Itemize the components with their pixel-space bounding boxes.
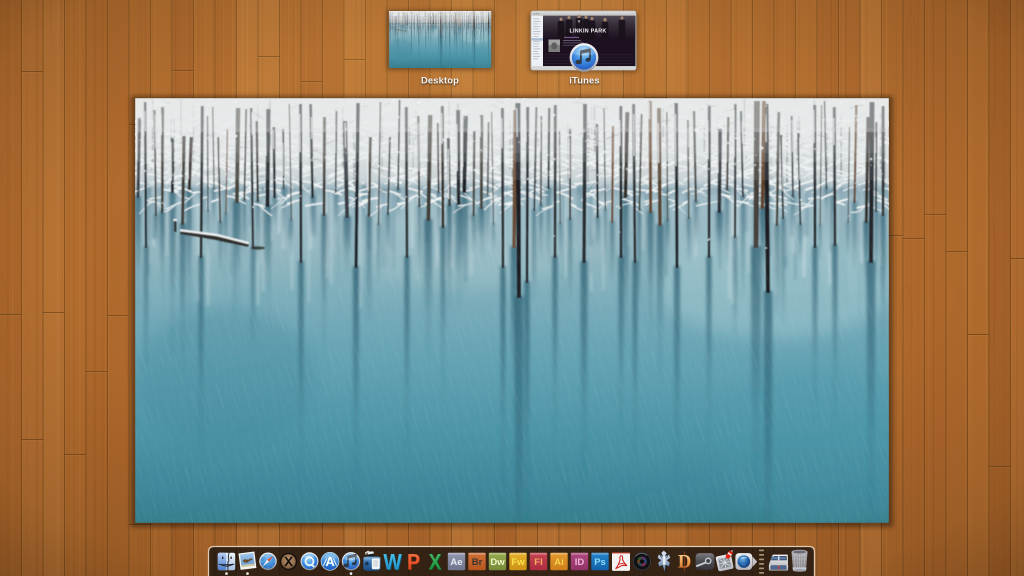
svg-text:Ai: Ai [554, 557, 564, 568]
svg-text:ID: ID [575, 557, 585, 568]
svg-text:Br: Br [472, 557, 483, 568]
svg-text:D: D [678, 553, 691, 573]
svg-text:iTunes: iTunes [569, 76, 599, 86]
svg-text:Ps: Ps [594, 557, 606, 568]
svg-text:Fw: Fw [511, 557, 525, 568]
svg-text:W: W [383, 550, 402, 574]
svg-text:Ae: Ae [450, 557, 462, 568]
svg-text:LINKIN PARK: LINKIN PARK [569, 29, 606, 35]
svg-text:Dw: Dw [490, 557, 505, 568]
svg-text:P: P [407, 550, 420, 574]
svg-text:Fl: Fl [534, 557, 542, 568]
svg-text:X: X [429, 550, 442, 574]
svg-text:Desktop: Desktop [421, 76, 459, 86]
